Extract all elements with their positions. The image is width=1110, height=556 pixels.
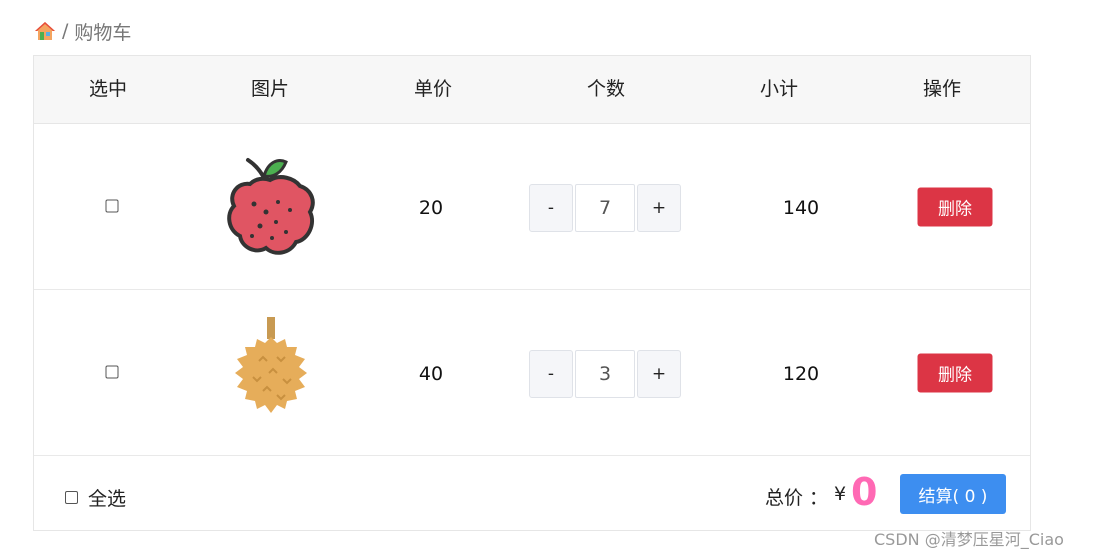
row-subtotal: 140	[782, 197, 820, 219]
row-subtotal: 120	[782, 363, 820, 385]
header-quantity: 个数	[586, 78, 626, 100]
select-all-label: 全选	[88, 488, 127, 510]
decrease-button[interactable]: -	[529, 350, 573, 398]
quantity-input[interactable]: 7	[575, 184, 635, 232]
lychee-image	[220, 148, 320, 264]
row-price: 40	[418, 363, 444, 385]
quantity-stepper: - 7 +	[529, 184, 681, 232]
currency-symbol: ¥	[834, 483, 847, 505]
header-actions: 操作	[922, 78, 962, 100]
checkout-button[interactable]: 结算( 0 )	[900, 474, 1006, 514]
quantity-input[interactable]: 3	[575, 350, 635, 398]
row-checkbox[interactable]	[105, 365, 119, 379]
row-price: 20	[418, 197, 444, 219]
table-row: 20 - 7 + 140 删除	[34, 124, 1030, 290]
cart-footer: 全选 总价 ： ¥ 0 结算( 0 )	[34, 456, 1030, 531]
increase-button[interactable]: +	[637, 184, 681, 232]
select-all[interactable]: 全选	[65, 484, 126, 511]
table-header: 选中 图片 单价 个数 小计 操作	[34, 56, 1030, 124]
breadcrumb: / 购物车	[34, 18, 131, 44]
row-checkbox[interactable]	[105, 199, 119, 213]
decrease-button[interactable]: -	[529, 184, 573, 232]
cart-table: 选中 图片 单价 个数 小计 操作 20 - 7 + 140 删除 40 - 3…	[33, 55, 1031, 531]
header-price: 单价	[413, 78, 453, 100]
watermark: CSDN @清梦压星河_Ciao	[874, 530, 1064, 549]
total-label: 总价 ：	[765, 487, 829, 509]
header-select: 选中	[88, 78, 128, 100]
breadcrumb-separator: /	[62, 20, 69, 42]
table-row: 40 - 3 + 120 删除	[34, 290, 1030, 456]
home-icon[interactable]	[34, 20, 56, 42]
quantity-stepper: - 3 +	[529, 350, 681, 398]
header-subtotal: 小计	[759, 78, 799, 100]
select-all-checkbox[interactable]	[65, 491, 78, 504]
durian-image	[223, 315, 319, 429]
delete-button[interactable]: 删除	[917, 187, 993, 227]
breadcrumb-current: 购物车	[74, 21, 132, 44]
increase-button[interactable]: +	[637, 350, 681, 398]
delete-button[interactable]: 删除	[917, 353, 993, 393]
header-image: 图片	[250, 78, 290, 100]
total-value: 0	[851, 470, 878, 514]
